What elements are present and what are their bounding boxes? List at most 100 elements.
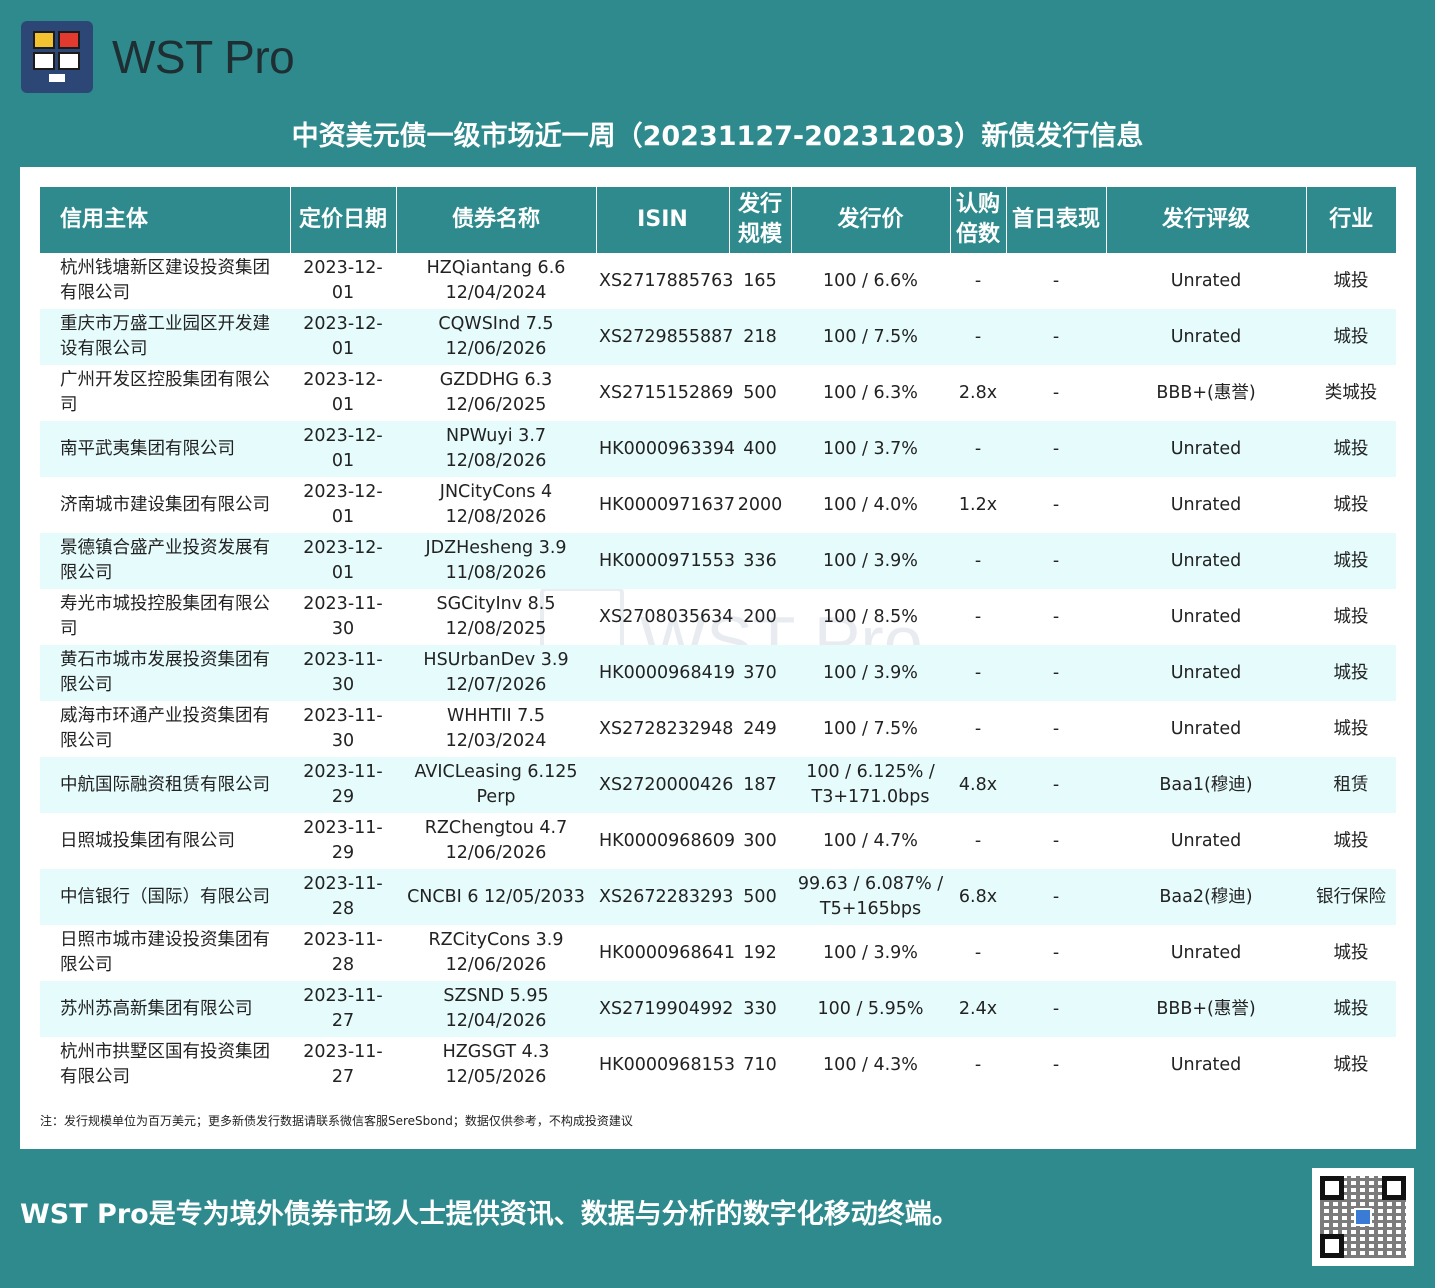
table-cell: 200 <box>743 606 777 627</box>
content-panel: WST Pro 信用主体 定价日期 债券名称 ISIN 发行 规模 发行价 认购 倍数 首日表现发… <box>20 167 1416 1149</box>
table-cell: XS2672283293 <box>596 869 733 925</box>
table-cell: HZQiantang 6.6 12/04/2024 <box>426 258 566 303</box>
table-cell: 2023-11-29 <box>303 818 383 863</box>
table-cell: 99.63 / 6.087% / T5+165bps <box>791 869 950 925</box>
table-row: 中航国际融资租赁有限公司 2023-11-29 AVICLeasing 6.125 … <box>40 757 1396 813</box>
logo-stand <box>49 74 65 82</box>
table-cell: 租赁 <box>1306 757 1396 813</box>
table-cell: 100 / 7.5% <box>791 309 950 365</box>
table-cell: 重庆市万盛工业园区开发建设有限公司 <box>40 309 290 365</box>
table-cell: 城投 <box>1306 533 1396 589</box>
table-cell: - <box>974 830 982 851</box>
table-row: 济南城市建设集团有限公司 2023-12-01 JNCityCons 4 12/08… <box>40 477 1396 533</box>
table-row: 重庆市万盛工业园区开发建设有限公司 2023-12-01 CQWSInd 7.5 1… <box>40 309 1396 365</box>
brand-name: WST Pro <box>112 31 295 83</box>
table-cell: - <box>1006 757 1106 813</box>
table-cell: 165 <box>743 270 777 291</box>
table-cell: SZSND 5.95 12/04/2026 <box>396 981 596 1037</box>
table-cell: 黄石市城市发展投资集团有限公司 <box>40 645 290 701</box>
table-body: 杭州钱塘新区建设投资集团有限公司 2023-12-01 HZQiantang 6.6… <box>40 253 1396 1093</box>
table-cell: - <box>1052 718 1060 739</box>
table-cell: 2023-12-01 <box>303 482 383 527</box>
logo-square-white <box>33 52 55 70</box>
qr-center-logo <box>1354 1208 1372 1226</box>
table-cell: 杭州钱塘新区建设投资集团有限公司 <box>60 258 270 303</box>
table-cell: 南平武夷集团有限公司 <box>40 421 290 477</box>
table-cell: 2.8x <box>958 382 998 403</box>
table-cell: 2023-11-28 <box>303 930 383 975</box>
table-cell: 370 <box>729 645 791 701</box>
wst-logo-icon <box>21 21 93 93</box>
table-cell: Unrated <box>1106 645 1306 701</box>
table-row: 日照市城市建设投资集团有限公司 2023-11-28 RZCityCons 3.9 … <box>40 925 1396 981</box>
table-cell: - <box>974 606 982 627</box>
table-cell: - <box>950 421 1006 477</box>
column-header: 认购 倍数 <box>950 187 1007 253</box>
table-cell: Unrated <box>1170 270 1242 291</box>
table-cell: - <box>974 1054 982 1075</box>
table-cell: 336 <box>729 533 791 589</box>
table-cell: 2023-11-28 <box>290 869 396 925</box>
table-cell: 城投 <box>1306 421 1396 477</box>
table-cell: Unrated <box>1106 421 1306 477</box>
table-cell: - <box>974 270 982 291</box>
table-row: 日照城投集团有限公司 2023-11-29 RZChengtou 4.7 12/06… <box>40 813 1396 869</box>
table-cell: JNCityCons 4 12/08/2026 <box>439 482 553 527</box>
table-cell: - <box>1052 270 1060 291</box>
table-cell: Unrated <box>1170 830 1242 851</box>
column-header: 发行 规模 <box>729 187 792 253</box>
footer-tagline: WST Pro是专为境外债券市场人士提供资讯、数据与分析的数字化移动终端。 <box>20 1199 959 1230</box>
table-cell: 187 <box>729 757 791 813</box>
table-cell: 100 / 4.3% <box>823 1054 918 1075</box>
table-row: 中信银行（国际）有限公司 2023-11-28 CNCBI 6 12/05/2033… <box>40 869 1396 925</box>
table-cell: SGCityInv 8.5 12/08/2025 <box>436 594 556 639</box>
table-cell: 2023-11-30 <box>303 706 383 751</box>
footnote: 注：发行规模单位为百万美元；更多新债发行数据请联系微信客服SereSbond；数… <box>40 1114 633 1128</box>
table-cell: 城投 <box>1333 942 1369 963</box>
table-cell: CNCBI 6 12/05/2033 <box>396 869 596 925</box>
table-cell: 100 / 6.125% / T3+171.0bps <box>791 757 950 813</box>
table-cell: Unrated <box>1170 1054 1242 1075</box>
table-cell: XS2717885763 <box>599 270 734 291</box>
table-cell: 100 / 3.7% <box>791 421 950 477</box>
column-header: 信用主体 <box>40 187 291 253</box>
qr-finder <box>1320 1234 1344 1258</box>
table-cell: 4.8x <box>950 757 1006 813</box>
table-cell: 6.8x <box>950 869 1006 925</box>
table-row: 黄石市城市发展投资集团有限公司 2023-11-30 HSUrbanDev 3.9 … <box>40 645 1396 701</box>
table-cell: 城投 <box>1333 830 1369 851</box>
table-cell: HK0000968641 <box>599 942 735 963</box>
table-cell: 500 <box>743 382 777 403</box>
qr-finder <box>1382 1176 1406 1200</box>
table-cell: BBB+(惠誉) <box>1156 382 1256 403</box>
table-cell: 2023-11-30 <box>290 645 396 701</box>
table-cell: 苏州苏高新集团有限公司 <box>40 981 290 1037</box>
table-cell: 249 <box>743 718 777 739</box>
table-cell: 济南城市建设集团有限公司 <box>60 494 270 515</box>
table-cell: 杭州市拱墅区国有投资集团有限公司 <box>60 1042 270 1087</box>
table-cell: 500 <box>729 869 791 925</box>
table-cell: 2000 <box>737 494 783 515</box>
table-cell: RZCityCons 3.9 12/06/2026 <box>428 930 564 975</box>
qr-finder <box>1320 1176 1344 1200</box>
table-cell: 100 / 3.9% <box>823 942 918 963</box>
table-cell: - <box>1052 942 1060 963</box>
table-cell: 100 / 4.0% <box>823 494 918 515</box>
column-header: ISIN <box>596 187 730 253</box>
table-cell: 城投 <box>1333 270 1369 291</box>
column-header: 发行价 <box>791 187 951 253</box>
table-cell: 2023-11-27 <box>303 1042 383 1087</box>
table-cell: Baa1(穆迪) <box>1106 757 1306 813</box>
table-cell: 中信银行（国际）有限公司 <box>40 869 290 925</box>
table-cell: - <box>1006 981 1106 1037</box>
table-cell: 2023-12-01 <box>303 258 383 303</box>
column-header: 债券名称 <box>396 187 597 253</box>
logo-square-white <box>58 52 80 70</box>
qr-code-icon <box>1312 1168 1414 1266</box>
table-cell: 100 / 8.5% <box>823 606 918 627</box>
table-cell: 城投 <box>1333 718 1369 739</box>
table-cell: 类城投 <box>1324 382 1378 403</box>
table-cell: JDZHesheng 3.9 11/08/2026 <box>396 533 596 589</box>
table-cell: - <box>1006 645 1106 701</box>
table-row: 苏州苏高新集团有限公司 2023-11-27 SZSND 5.95 12/04/20… <box>40 981 1396 1037</box>
